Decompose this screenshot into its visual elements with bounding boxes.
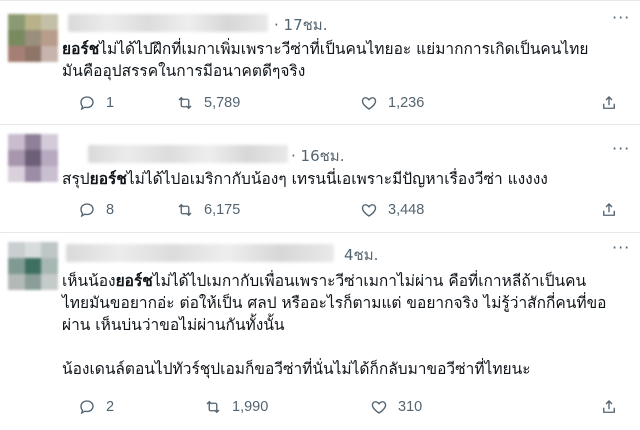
retweet-button[interactable]: 1,990: [204, 396, 268, 418]
reply-icon: [80, 203, 94, 218]
reply-count: 2: [106, 399, 115, 415]
tweet-header: 4ชม. ···: [62, 238, 629, 267]
retweet-button[interactable]: 5,789: [176, 92, 240, 114]
tweet-text: เห็นน้องยอร์ชไม่ได้ไปเมกากับเพื่อนเพราะว…: [62, 270, 632, 380]
like-button[interactable]: 310: [370, 396, 422, 418]
retweet-icon: [178, 96, 192, 110]
tweet-2[interactable]: · 16ชม. ··· สรุปยอร์ชไม่ได้ไปอเมริกากับน…: [0, 124, 640, 232]
share-button[interactable]: [600, 199, 618, 221]
tweet-line: เห็นน้องยอร์ชไม่ได้ไปเมกากับเพื่อนเพราะว…: [62, 270, 632, 292]
tweet-text: ยอร์ชไม่ได้ไปฝึกที่เมกาเพิ่มเพราะวีซ่าที…: [62, 38, 632, 82]
tweet-line-text: ผ่าน เห็นบ่นว่าขอไม่ผ่านกันทั้งนั้น: [62, 316, 285, 334]
tweet-3[interactable]: 4ชม. ··· เห็นน้องยอร์ชไม่ได้ไปเมกากับเพื…: [0, 232, 640, 430]
username-blurred[interactable]: [88, 145, 288, 163]
tweet-line: น้องเดนล์ตอนไปทัวร์ชุปเอมก็ขอวีซ่าที่นั่…: [62, 358, 632, 380]
tweet-1[interactable]: · 17ชม. ··· ยอร์ชไม่ได้ไปฝึกที่เมกาเพิ่ม…: [0, 0, 640, 124]
tweet-header: · 16ชม. ···: [62, 139, 629, 168]
tweet-line: ผ่าน เห็นบ่นว่าขอไม่ผ่านกันทั้งนั้น: [62, 314, 632, 336]
username-blurred[interactable]: [66, 244, 334, 262]
more-icon[interactable]: ···: [612, 238, 630, 257]
avatar[interactable]: [8, 14, 58, 62]
reply-button[interactable]: 1: [78, 92, 114, 114]
retweet-count: 1,990: [232, 399, 269, 415]
tweet-actions: 1 5,789 1,236: [78, 92, 615, 114]
tweet-line-text: เห็นน้อง: [62, 272, 116, 290]
retweet-icon: [178, 203, 192, 217]
reply-count: 1: [106, 95, 115, 111]
heart-icon: [371, 401, 387, 414]
tweet-time[interactable]: · 16ชม.: [291, 144, 344, 168]
tweet-line-text: สรุป: [62, 170, 90, 188]
tweet-line-text: ไม่ได้ไปฝึกที่เมกาเพิ่มเพราะวีซ่าที่เป็น…: [99, 40, 589, 58]
tweet-time[interactable]: · 17ชม.: [274, 13, 327, 37]
like-count: 3,448: [388, 202, 425, 218]
mention-bold: ยอร์ช: [89, 170, 127, 188]
username-blurred[interactable]: [68, 14, 268, 32]
reply-button[interactable]: 8: [78, 199, 114, 221]
reply-count: 8: [106, 202, 115, 218]
tweet-time[interactable]: 4ชม.: [344, 243, 378, 267]
mention-bold: ยอร์ช: [115, 272, 153, 290]
retweet-count: 6,175: [204, 202, 241, 218]
share-button[interactable]: [600, 396, 618, 418]
tweet-line-text: มันคืออุปสรรคในการมีอนาคตดีๆจริง: [62, 62, 306, 80]
retweet-icon: [206, 400, 220, 414]
heart-icon: [361, 204, 377, 217]
avatar[interactable]: [8, 242, 58, 290]
tweet-actions: 2 1,990 310: [78, 396, 615, 418]
share-icon: [603, 96, 615, 109]
tweet-line: ไทยมันขอยากอ่ะ ต่อให้เป็น ศลป หรืออะไรก็…: [62, 292, 632, 314]
tweet-line-text: ไม่ได้ไปอเมริกากับน้องๆ เทรนนี่เอเพราะมี…: [126, 170, 548, 188]
tweet-line: ยอร์ชไม่ได้ไปฝึกที่เมกาเพิ่มเพราะวีซ่าที…: [62, 38, 632, 60]
tweet-line: มันคืออุปสรรคในการมีอนาคตดีๆจริง: [62, 60, 632, 82]
share-icon: [603, 203, 615, 216]
tweet-line-text: ไม่ได้ไปเมกากับเพื่อนเพราะวีซ่าเมกาไม่ผ่…: [152, 272, 587, 290]
tweet-line-text: ไทยมันขอยากอ่ะ ต่อให้เป็น ศลป หรืออะไรก็…: [62, 294, 607, 312]
mention-bold: ยอร์ช: [62, 40, 100, 58]
more-icon[interactable]: ···: [612, 8, 630, 27]
like-button[interactable]: 1,236: [360, 92, 424, 114]
tweet-actions: 8 6,175 3,448: [78, 199, 615, 221]
tweet-text: สรุปยอร์ชไม่ได้ไปอเมริกากับน้องๆ เทรนนี่…: [62, 168, 632, 190]
avatar[interactable]: [8, 134, 58, 182]
like-count: 1,236: [388, 95, 425, 111]
tweet-header: · 17ชม. ···: [62, 8, 629, 37]
retweet-count: 5,789: [204, 95, 241, 111]
reply-button[interactable]: 2: [78, 396, 114, 418]
heart-icon: [361, 97, 377, 110]
more-icon[interactable]: ···: [612, 139, 630, 158]
share-icon: [603, 400, 615, 413]
retweet-button[interactable]: 6,175: [176, 199, 240, 221]
reply-icon: [80, 96, 94, 111]
tweet-line-text: น้องเดนล์ตอนไปทัวร์ชุปเอมก็ขอวีซ่าที่นั่…: [62, 360, 531, 378]
reply-icon: [80, 400, 94, 415]
like-button[interactable]: 3,448: [360, 199, 424, 221]
like-count: 310: [398, 399, 423, 415]
tweet-line: สรุปยอร์ชไม่ได้ไปอเมริกากับน้องๆ เทรนนี่…: [62, 168, 632, 190]
share-button[interactable]: [600, 92, 618, 114]
